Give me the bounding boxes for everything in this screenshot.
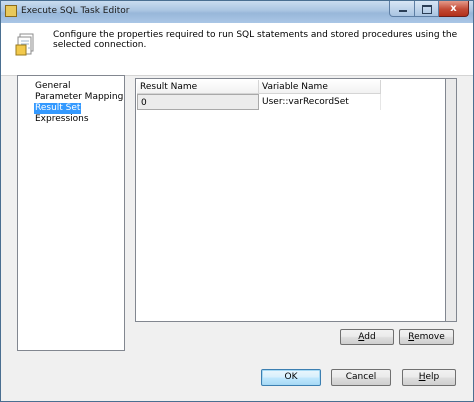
result-set-grid: Result Name Variable Name 0 User::varRec…: [135, 78, 446, 322]
nav-item-result-set[interactable]: Result Set: [34, 103, 82, 114]
add-label-post: dd: [364, 332, 376, 342]
header-panel: Configure the properties required to run…: [1, 23, 473, 76]
cancel-button[interactable]: Cancel: [331, 369, 391, 386]
sql-task-icon: [5, 5, 17, 17]
remove-button[interactable]: Remove: [399, 329, 454, 345]
help-button[interactable]: Help: [402, 369, 456, 386]
help-label-post: elp: [425, 372, 440, 382]
nav-item-expressions[interactable]: Expressions: [34, 114, 90, 125]
add-button[interactable]: Add: [340, 329, 394, 345]
nav-item-general[interactable]: General: [34, 81, 71, 92]
maximize-button[interactable]: [415, 1, 439, 17]
close-button[interactable]: x: [439, 1, 469, 17]
ok-button[interactable]: OK: [261, 369, 321, 386]
cell-variable-name[interactable]: User::varRecordSet: [259, 94, 381, 110]
window-title: Execute SQL Task Editor: [21, 6, 130, 16]
nav-item-parameter-mapping[interactable]: Parameter Mapping: [34, 92, 124, 103]
cell-result-name[interactable]: 0: [137, 94, 259, 110]
grid-vertical-scrollbar[interactable]: [446, 78, 457, 322]
help-label-mnemonic: H: [418, 372, 426, 382]
close-icon: x: [450, 3, 457, 14]
column-header-result-name[interactable]: Result Name: [137, 80, 259, 94]
minimize-button[interactable]: [389, 1, 415, 17]
nav-panel: General Parameter Mapping Result Set Exp…: [17, 75, 125, 351]
title-bar[interactable]: Execute SQL Task Editor x: [1, 1, 473, 23]
remove-label-post: emove: [414, 332, 445, 342]
column-header-variable-name[interactable]: Variable Name: [259, 80, 381, 94]
task-config-icon: [15, 33, 34, 56]
execute-sql-task-editor-window: Execute SQL Task Editor x Configure the …: [0, 0, 474, 402]
header-description: Configure the properties required to run…: [53, 30, 458, 50]
